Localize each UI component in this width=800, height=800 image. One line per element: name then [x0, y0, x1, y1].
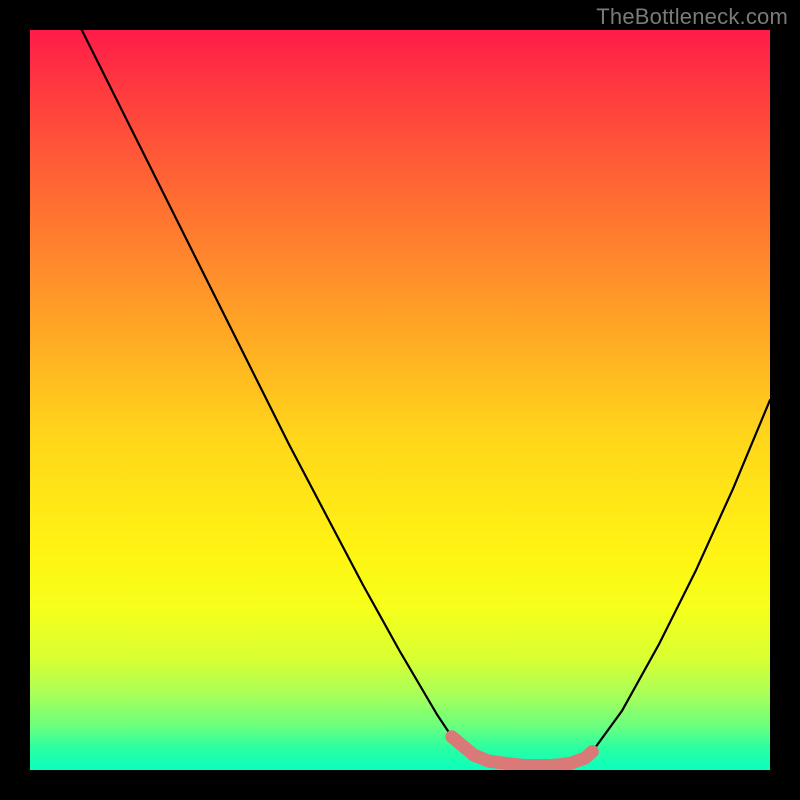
- marker-strip: [452, 737, 593, 766]
- chart-frame: TheBottleneck.com: [0, 0, 800, 800]
- watermark-text: TheBottleneck.com: [596, 4, 788, 30]
- plot-svg: [30, 30, 770, 770]
- plot-area: [30, 30, 770, 770]
- bottleneck-curve: [82, 30, 770, 766]
